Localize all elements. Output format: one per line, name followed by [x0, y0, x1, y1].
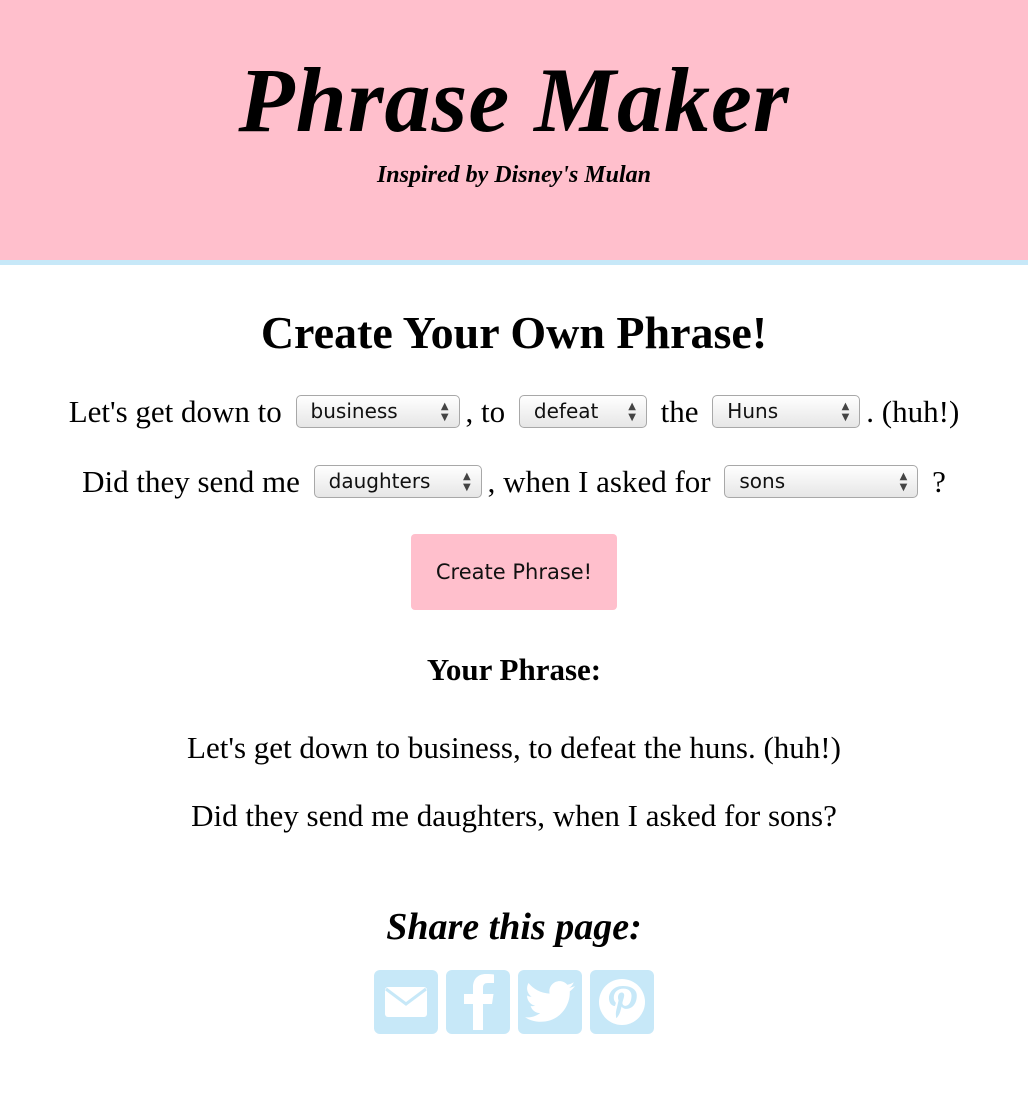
phrase-text: , to [465, 394, 506, 429]
share-twitter-button[interactable] [518, 970, 582, 1034]
word-select-business[interactable]: business ▲ ▼ [295, 395, 460, 429]
word-select-sons[interactable]: sons ▲ ▼ [724, 465, 919, 499]
word-select-defeat[interactable]: defeat ▲ ▼ [518, 395, 647, 429]
word-select-daughters[interactable]: daughters ▲ ▼ [313, 465, 482, 499]
select-value: sons [739, 469, 786, 494]
site-header: Phrase Maker Inspired by Disney's Mulan [0, 0, 1028, 265]
share-email-button[interactable] [374, 970, 438, 1034]
select-arrows-icon: ▲ ▼ [899, 471, 908, 494]
pinterest-icon [599, 979, 645, 1025]
phrase-text: . (huh!) [866, 394, 960, 429]
share-buttons [0, 970, 1028, 1034]
phrase-builder: Create Your Own Phrase! Let's get down t… [0, 265, 1028, 1034]
select-value: defeat [533, 399, 599, 424]
site-title: Phrase Maker [238, 49, 790, 151]
share-heading: Share this page: [386, 906, 642, 948]
phrase-text: Did they send me [82, 464, 300, 499]
phrase-text: ? [932, 464, 946, 499]
share-pinterest-button[interactable] [590, 970, 654, 1034]
phrase-line-1: Let's get down to business ▲ ▼ , to defea… [0, 392, 1028, 432]
select-arrows-icon: ▲ ▼ [628, 401, 636, 424]
select-arrows-icon: ▲ ▼ [841, 401, 850, 424]
phrase-text: the [660, 394, 699, 429]
result-line-1: Let's get down to business, to defeat th… [187, 730, 841, 765]
word-select-huns[interactable]: Huns ▲ ▼ [712, 395, 861, 429]
select-arrows-icon: ▲ ▼ [440, 401, 449, 424]
facebook-icon [464, 974, 494, 1030]
select-value: business [310, 399, 398, 424]
phrase-text: , when I asked for [487, 464, 711, 499]
select-arrows-icon: ▲ ▼ [462, 471, 471, 494]
site-subtitle: Inspired by Disney's Mulan [376, 162, 652, 188]
result-line-2: Did they send me daughters, when I asked… [191, 798, 837, 833]
share-facebook-button[interactable] [446, 970, 510, 1034]
result-heading: Your Phrase: [426, 652, 602, 687]
phrase-text: Let's get down to [68, 394, 282, 429]
twitter-icon [525, 981, 575, 1022]
phrase-line-2: Did they send me daughters ▲ ▼ , when I a… [0, 462, 1028, 502]
select-value: daughters [328, 469, 431, 494]
page-heading: Create Your Own Phrase! [260, 307, 768, 358]
email-icon [385, 987, 427, 1017]
select-value: Huns [727, 399, 779, 424]
create-phrase-button[interactable]: Create Phrase! [411, 534, 617, 610]
button-container: Create Phrase! [0, 534, 1028, 610]
